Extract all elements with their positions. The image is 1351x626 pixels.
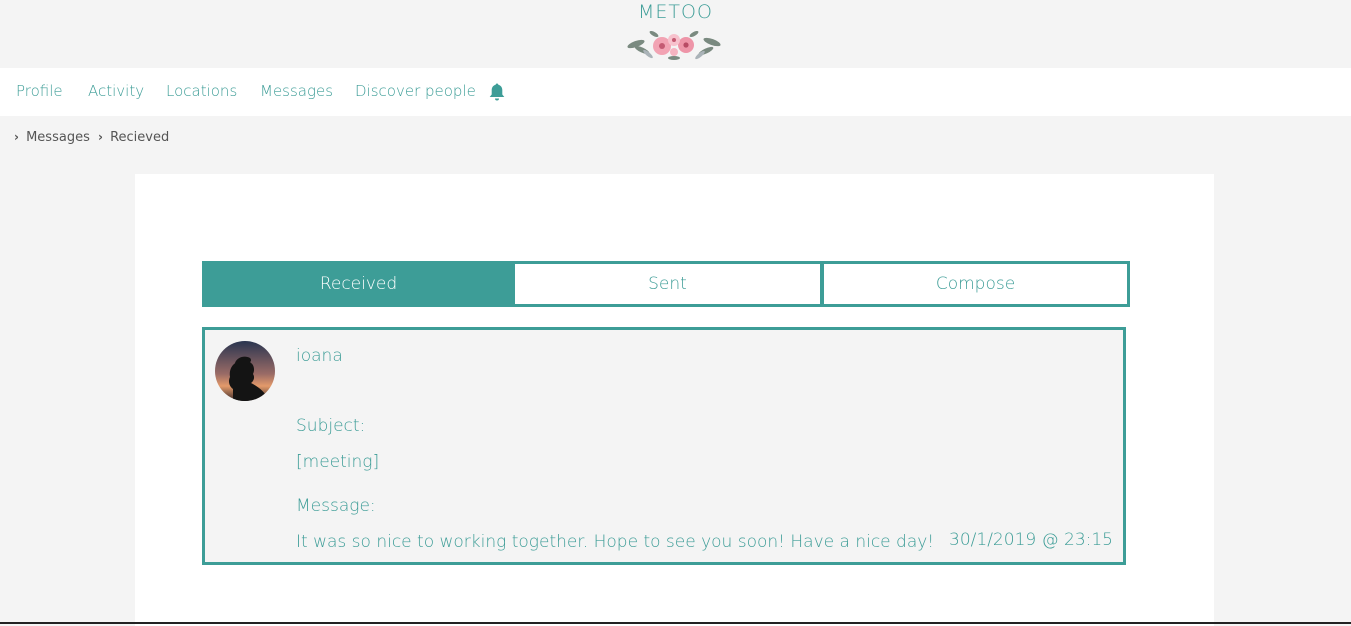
chevron-right-icon: › xyxy=(14,130,19,144)
chevron-right-icon: › xyxy=(97,130,103,144)
sender-name: ioana xyxy=(296,346,343,366)
nav-item-profile[interactable]: Profile xyxy=(16,82,63,100)
message-timestamp: 30/1/2019 @ 23:15 xyxy=(949,530,1113,550)
top-navbar: Profile Activity Locations Messages Disc… xyxy=(0,68,1351,116)
nav-item-locations[interactable]: Locations xyxy=(166,82,237,100)
message-item[interactable]: ioana Subject: [meeting] Message: It was… xyxy=(202,327,1126,565)
avatar xyxy=(215,341,275,401)
bell-icon[interactable] xyxy=(488,82,506,102)
brand-title: METOO xyxy=(638,1,713,23)
breadcrumb-messages[interactable]: Messages xyxy=(26,130,90,145)
tab-compose-label: Compose xyxy=(935,274,1016,294)
flower-logo-icon xyxy=(627,30,721,60)
subject-value: [meeting] xyxy=(296,452,380,472)
message-body: It was so nice to working together. Hope… xyxy=(296,532,935,552)
breadcrumb-current: Recieved xyxy=(110,130,170,145)
nav-item-messages[interactable]: Messages xyxy=(260,82,333,100)
nav-item-discover-people[interactable]: Discover people xyxy=(355,82,476,100)
breadcrumb: › Messages › Recieved xyxy=(14,130,169,145)
nav-item-activity[interactable]: Activity xyxy=(88,82,144,100)
tab-sent-label: Sent xyxy=(648,274,687,294)
tab-received[interactable]: Received xyxy=(202,261,515,307)
bottom-divider xyxy=(0,622,1351,624)
subject-label: Subject: xyxy=(296,416,366,436)
tab-compose[interactable]: Compose xyxy=(821,261,1130,307)
brand-header: METOO xyxy=(0,0,1351,68)
tab-sent[interactable]: Sent xyxy=(512,261,823,307)
message-tabs: Received Sent Compose xyxy=(202,261,1130,307)
message-label: Message: xyxy=(296,496,376,516)
tab-received-label: Received xyxy=(319,274,398,294)
